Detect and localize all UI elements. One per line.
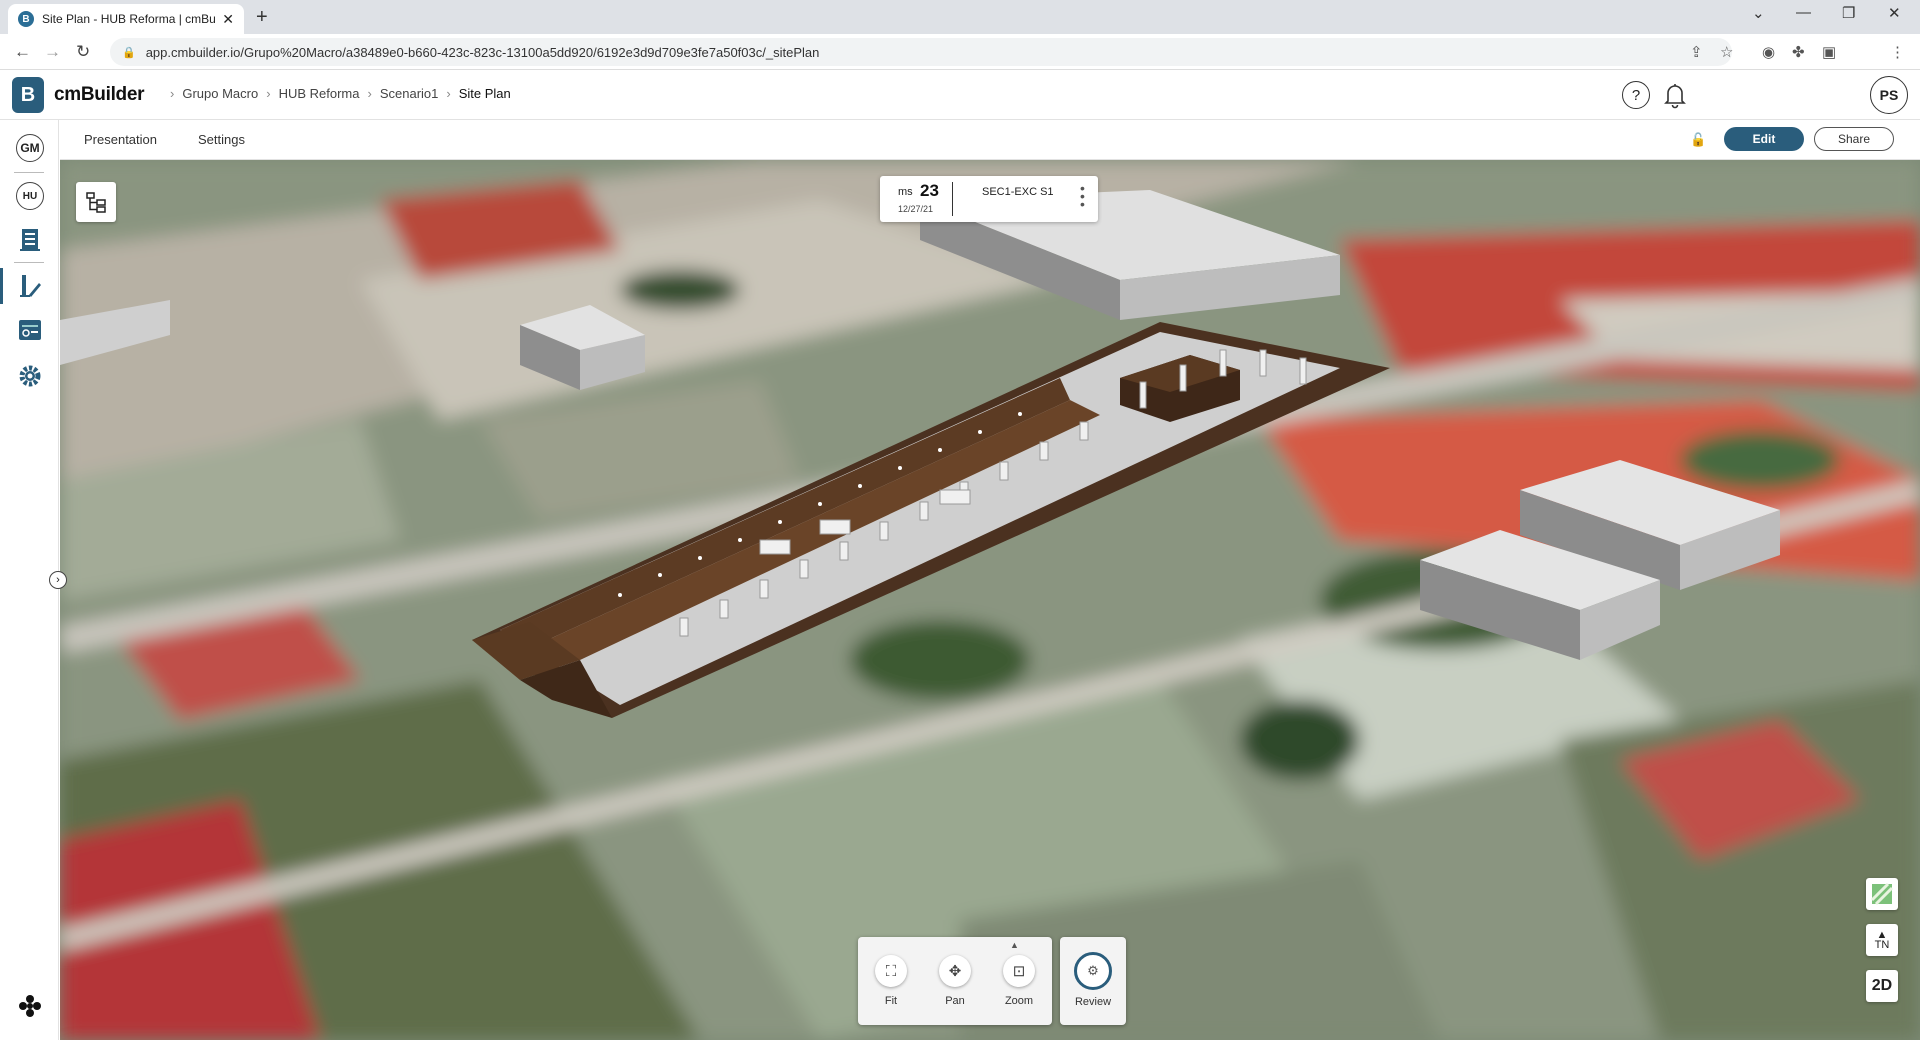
browser-toolbar: ← → ↻ 🔒 app.cmbuilder.io/Grupo%20Macro/a… [0, 34, 1920, 70]
navigation-tools: ▲ ⛶ Fit ✥ Pan ⊡ Zoom [858, 937, 1052, 1025]
extension-icon[interactable]: ◉ [1762, 43, 1775, 61]
milestone-date: 12/27/21 [898, 204, 934, 214]
puzzle-icon[interactable]: ✤ [1792, 43, 1805, 61]
tab-search-icon[interactable]: ⌄ [1752, 4, 1765, 22]
fit-icon: ⛶ [875, 955, 907, 987]
map-layer-icon [1870, 882, 1894, 906]
view-mode-2d-button[interactable]: 2D [1866, 970, 1898, 1002]
zoom-tool[interactable]: ⊡ Zoom [994, 955, 1044, 1007]
share-page-icon[interactable]: ⇪ [1690, 43, 1703, 61]
org-switcher[interactable]: GM [14, 132, 46, 164]
site-plan-viewport[interactable]: ms 23 12/27/21 SEC1-EXC S1 • • • ▲ ⛶ Fit ✥… [60, 160, 1920, 1040]
breadcrumb: › Grupo Macro › HUB Reforma › Scenario1 … [170, 86, 511, 101]
breadcrumb-project[interactable]: HUB Reforma [279, 86, 360, 101]
minimize-icon[interactable]: — [1796, 4, 1811, 21]
breadcrumb-org[interactable]: Grupo Macro [182, 86, 258, 101]
app-logo[interactable]: B cmBuilder [12, 77, 145, 113]
review-label: Review [1074, 996, 1112, 1008]
settings-menu[interactable]: Settings [198, 132, 245, 147]
review-icon: ⚙ [1074, 952, 1112, 990]
new-tab-icon[interactable]: + [256, 6, 268, 29]
milestone-divider [952, 182, 953, 216]
cmbuilder-logo-icon: B [12, 77, 44, 113]
org-avatar: GM [16, 134, 44, 162]
milestone-number: 23 [920, 181, 939, 200]
hierarchy-icon [86, 192, 106, 213]
tab-title: Site Plan - HUB Reforma | cmBuil [42, 12, 217, 26]
site-plan-icon[interactable] [14, 270, 46, 302]
zoom-label: Zoom [1004, 995, 1034, 1007]
map-layer-button[interactable] [1866, 878, 1898, 910]
unlock-icon[interactable]: 🔓 [1690, 132, 1706, 148]
close-tab-icon[interactable]: ✕ [222, 11, 234, 28]
back-icon[interactable]: ← [14, 42, 31, 62]
schedule-icon[interactable] [14, 314, 46, 346]
collapse-caret-icon[interactable]: ▲ [1010, 940, 1019, 950]
menu-icon[interactable]: ⋮ [1890, 43, 1905, 61]
close-window-icon[interactable]: ✕ [1888, 4, 1901, 22]
fit-label: Fit [884, 995, 898, 1007]
presentation-menu[interactable]: Presentation [84, 132, 157, 147]
building-icon[interactable] [14, 224, 46, 256]
bookmark-star-icon[interactable]: ☆ [1720, 43, 1733, 61]
review-tool[interactable]: ⚙ Review [1060, 937, 1126, 1025]
breadcrumb-current: Site Plan [458, 86, 511, 101]
expand-panel-icon[interactable]: › [49, 571, 67, 589]
pan-label: Pan [945, 995, 965, 1007]
cmbuilder-favicon-icon: B [18, 11, 34, 27]
help-icon[interactable]: ? [1622, 81, 1650, 109]
rail-divider [14, 262, 44, 263]
true-north-label: TN [1874, 939, 1890, 951]
restore-icon[interactable]: ❐ [1842, 4, 1855, 22]
view-toolbar: Presentation Settings 🔓 Edit Share [60, 120, 1920, 160]
edit-button[interactable]: Edit [1724, 127, 1804, 151]
reload-icon[interactable]: ↻ [76, 42, 90, 62]
true-north-button[interactable]: ▲ TN [1866, 924, 1898, 956]
zoom-icon: ⊡ [1003, 955, 1035, 987]
browser-tabstrip: B Site Plan - HUB Reforma | cmBuil ✕ + ⌄… [0, 0, 1920, 34]
share-button[interactable]: Share [1814, 127, 1894, 151]
app-header: B cmBuilder › Grupo Macro › HUB Reforma … [0, 70, 1920, 120]
sidebar-icon[interactable]: ▣ [1822, 43, 1836, 61]
settings-gear-icon[interactable] [14, 360, 46, 392]
satellite-3d-scene[interactable] [60, 160, 1920, 1040]
milestone-prefix: ms [898, 186, 913, 198]
browser-tab[interactable]: B Site Plan - HUB Reforma | cmBuil ✕ [8, 4, 244, 34]
rail-active-indicator [0, 268, 3, 304]
lock-icon: 🔒 [122, 46, 136, 59]
breadcrumb-scenario[interactable]: Scenario1 [380, 86, 439, 101]
url-text: app.cmbuilder.io/Grupo%20Macro/a38489e0-… [145, 44, 820, 60]
rail-divider [14, 172, 44, 173]
apps-icon[interactable] [14, 990, 46, 1022]
logo-text: cmBuilder [54, 84, 145, 105]
model-tree-button[interactable] [76, 182, 116, 222]
milestone-card[interactable]: ms 23 12/27/21 SEC1-EXC S1 • • • [880, 176, 1098, 222]
project-avatar: HU [16, 182, 44, 210]
user-avatar[interactable]: PS [1870, 76, 1908, 114]
address-bar[interactable]: 🔒 app.cmbuilder.io/Grupo%20Macro/a38489e… [110, 38, 1732, 66]
fit-tool[interactable]: ⛶ Fit [866, 955, 916, 1007]
more-options-icon[interactable]: • • • [1080, 181, 1088, 211]
bell-icon[interactable] [1660, 80, 1690, 110]
pan-tool[interactable]: ✥ Pan [930, 955, 980, 1007]
pan-arrows-icon: ✥ [939, 955, 971, 987]
milestone-task: SEC1-EXC S1 [982, 186, 1054, 198]
project-switcher[interactable]: HU [14, 180, 46, 212]
forward-icon[interactable]: → [44, 42, 61, 62]
